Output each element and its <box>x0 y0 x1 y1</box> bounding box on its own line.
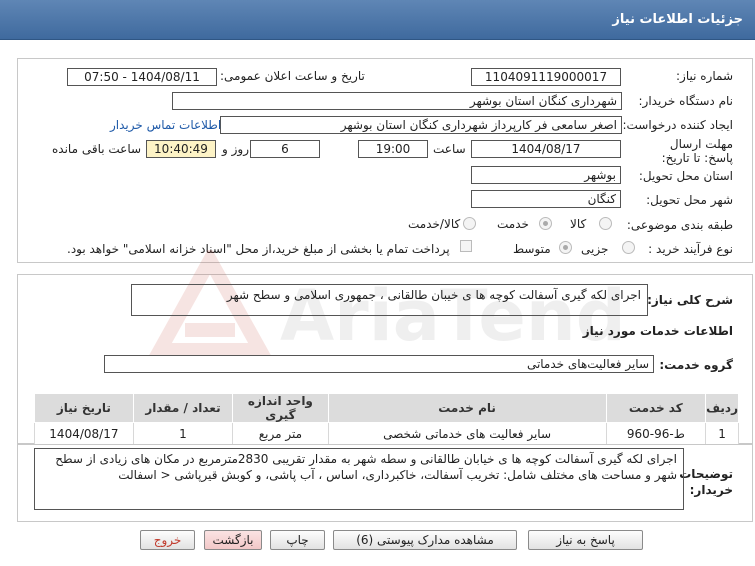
service-group-label: گروه خدمت: <box>659 358 733 372</box>
city-field: کنگان <box>471 190 621 208</box>
category-option-both: کالا/خدمت <box>408 217 461 231</box>
category-label: طبقه بندی موضوعی: <box>626 218 733 232</box>
need-number-label: شماره نیاز: <box>676 69 733 83</box>
deadline-label: مهلت ارسال پاسخ: تا تاریخ: <box>661 137 733 165</box>
announce-label: تاریخ و ساعت اعلان عمومی: <box>220 69 365 83</box>
creator-field: اصغر سامعی فر کارپرداز شهرداری کنگان است… <box>220 116 622 134</box>
category-radio-both[interactable] <box>463 217 476 230</box>
process-option-medium: متوسط <box>513 242 551 256</box>
service-group-field: سایر فعالیت‌های خدماتی <box>104 355 654 373</box>
cell-service-code: ط-96-960 <box>605 422 707 445</box>
province-label: استان محل تحویل: <box>638 169 733 183</box>
treasury-checkbox[interactable] <box>460 240 472 252</box>
col-name-header: نام خدمت <box>327 393 607 423</box>
remaining-time-field: 10:40:49 <box>146 140 216 158</box>
cell-unit: متر مربع <box>232 422 329 445</box>
summary-label: شرح کلی نیاز: <box>647 293 733 307</box>
days-field: 6 <box>250 140 320 158</box>
services-section-title: اطلاعات خدمات مورد نیاز <box>582 324 733 338</box>
buyer-notes-text: اجرای لکه گیری آسفالت کوچه ها ی خیابان ط… <box>34 448 684 510</box>
city-label: شهر محل تحویل: <box>646 193 733 207</box>
category-radio-goods[interactable] <box>599 217 612 230</box>
process-label: نوع فرآیند خرید : <box>648 242 733 256</box>
payment-note: پرداخت تمام یا بخشی از مبلغ خرید،از محل … <box>67 242 450 256</box>
col-unit-header: واحد اندازه گیری <box>232 393 329 423</box>
col-qty-header: تعداد / مقدار <box>132 393 234 423</box>
deadline-time-field: 19:00 <box>358 140 428 158</box>
need-number-field: 1104091119000017 <box>471 68 621 86</box>
buyer-org-field: شهرداری کنگان استان بوشهر <box>172 92 622 110</box>
days-label: روز و <box>222 142 249 156</box>
services-table: ردیف کد خدمت نام خدمت واحد اندازه گیری ت… <box>34 393 739 445</box>
view-attachments-button[interactable]: مشاهده مدارک پیوستی (6) <box>333 530 517 550</box>
table-header-row: ردیف کد خدمت نام خدمت واحد اندازه گیری ت… <box>34 393 739 423</box>
buyer-org-label: نام دستگاه خریدار: <box>638 94 734 108</box>
print-button[interactable]: چاپ <box>270 530 325 550</box>
creator-label: ایجاد کننده درخواست: <box>622 118 733 132</box>
reply-button[interactable]: پاسخ به نیاز <box>528 530 643 550</box>
process-radio-minor[interactable] <box>622 241 635 254</box>
col-code-header: کد خدمت <box>605 393 707 423</box>
summary-text: اجرای لکه گیری آسفالت کوچه ها ی خیبان طا… <box>131 284 648 316</box>
cell-row-number: 1 <box>705 422 739 445</box>
process-radio-medium[interactable] <box>559 241 572 254</box>
cell-service-name: سایر فعالیت های خدماتی شخصی <box>327 422 607 445</box>
category-radio-service[interactable] <box>539 217 552 230</box>
remaining-time-label: ساعت باقی مانده <box>52 142 142 156</box>
page-title: جزئیات اطلاعات نیاز <box>612 12 743 27</box>
process-option-minor: جزیی <box>581 242 609 256</box>
col-date-header: تاریخ نیاز <box>34 393 134 423</box>
cell-quantity: 1 <box>132 422 234 445</box>
deadline-time-label: ساعت <box>433 142 466 156</box>
exit-button[interactable]: خروج <box>140 530 195 550</box>
back-button[interactable]: بازگشت <box>204 530 262 550</box>
deadline-date-field: 1404/08/17 <box>471 140 621 158</box>
cell-need-date: 1404/08/17 <box>34 422 134 445</box>
table-row: 1 ط-96-960 سایر فعالیت های خدماتی شخصی م… <box>34 422 739 445</box>
category-option-service: خدمت <box>497 217 529 231</box>
col-row-header: ردیف <box>705 393 739 423</box>
category-option-goods: کالا <box>570 217 587 231</box>
province-field: بوشهر <box>471 166 621 184</box>
announce-field: 1404/08/11 - 07:50 <box>67 68 217 86</box>
contact-buyer-link[interactable]: اطلاعات تماس خریدار <box>110 118 221 132</box>
